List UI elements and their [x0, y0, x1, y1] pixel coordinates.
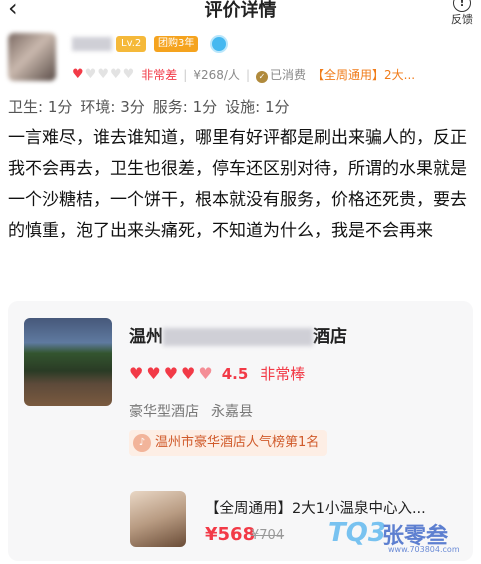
price-per-person: ¥268/人 [193, 68, 240, 82]
heart-empty-icon: ♥ [109, 67, 122, 82]
hotel-type: 豪华型酒店 [129, 404, 199, 420]
hotel-name-prefix: 温州 [129, 327, 163, 347]
heart-filled-icon: ♥ [72, 67, 84, 82]
watermark-url: www.703804.com [388, 545, 460, 554]
deal-label[interactable]: 【全周通用】2大... [312, 66, 415, 83]
divider: | [183, 67, 188, 82]
divider: | [245, 67, 250, 82]
deal-image[interactable] [130, 491, 186, 547]
vip-icon [210, 35, 228, 53]
deal-old-price: ¥704 [251, 528, 285, 543]
rating-text: 非常差 [141, 68, 178, 82]
header: ‹ 评价详情 ! 反馈 [0, 0, 481, 28]
rank-badge[interactable]: ♪ 温州市豪华酒店人气榜第1名 [129, 430, 328, 456]
heart-filled-icon: ♥ [129, 364, 144, 383]
review-text: 一言难尽，谁去谁知道，哪里有好评都是刷出来骗人的，反正我不会再去，卫生也很差，停… [8, 128, 467, 241]
hotel-rating: ♥ ♥ ♥ ♥ ♥ 4.5 非常棒 [129, 363, 305, 384]
avatar[interactable] [8, 33, 56, 81]
hotel-score: 4.5 [221, 364, 249, 383]
heart-filled-icon: ♥ [146, 364, 161, 383]
hotel-name[interactable]: 温州 酒店 [129, 322, 347, 347]
heart-empty-icon: ♥ [84, 67, 97, 82]
warning-circle-icon: ! [453, 0, 471, 12]
hotel-area: 永嘉县 [211, 404, 253, 420]
feedback-label: 反馈 [451, 13, 473, 26]
rank-text: 温州市豪华酒店人气榜第1名 [155, 435, 320, 450]
heart-filled-icon: ♥ [198, 364, 213, 383]
deal-price: ¥568 [205, 524, 256, 545]
level-badge: Lv.2 [116, 36, 147, 52]
hotel-name-suffix: 酒店 [313, 327, 347, 347]
feedback-button[interactable]: ! 反馈 [451, 0, 473, 26]
sub-scores: 卫生: 1分 环境: 3分 服务: 1分 设施: 1分 [8, 96, 298, 117]
score-facilities: 设施: 1分 [225, 98, 290, 116]
heart-rating: ♥♥♥♥♥ [72, 67, 135, 82]
username-blurred[interactable] [72, 37, 112, 51]
consumed-badge: ✓ 已消费 [255, 66, 306, 83]
hotel-name-blurred [163, 328, 313, 346]
review-rating-row: ♥♥♥♥♥ 非常差 | ¥268/人 | ✓ 已消费 【全周通用】2大... [72, 66, 415, 83]
score-environment: 环境: 3分 [80, 98, 145, 116]
check-icon: ✓ [255, 71, 268, 83]
heart-filled-icon: ♥ [163, 364, 179, 383]
score-service: 服务: 1分 [152, 98, 218, 116]
hotel-score-text: 非常棒 [260, 365, 306, 383]
tiktok-icon: ♪ [133, 434, 151, 452]
page-title: 评价详情 [204, 0, 277, 21]
groupbuy-badge: 团购3年 [154, 36, 199, 52]
heart-empty-icon: ♥ [122, 67, 135, 82]
review-author: Lv.2 团购3年 ♥♥♥♥♥ 非常差 | ¥268/人 | ✓ 已消费 【全周通… [8, 33, 478, 93]
heart-filled-icon: ♥ [181, 364, 196, 383]
heart-empty-icon: ♥ [97, 67, 109, 82]
hotel-meta: 豪华型酒店 永嘉县 [129, 401, 265, 421]
hotel-image[interactable] [24, 318, 112, 406]
watermark: TQ3 张零叁 www.703804.com [328, 512, 481, 564]
score-hygiene: 卫生: 1分 [8, 98, 73, 116]
watermark-logo: TQ3 [328, 518, 386, 548]
consumed-label: 已消费 [269, 68, 306, 82]
